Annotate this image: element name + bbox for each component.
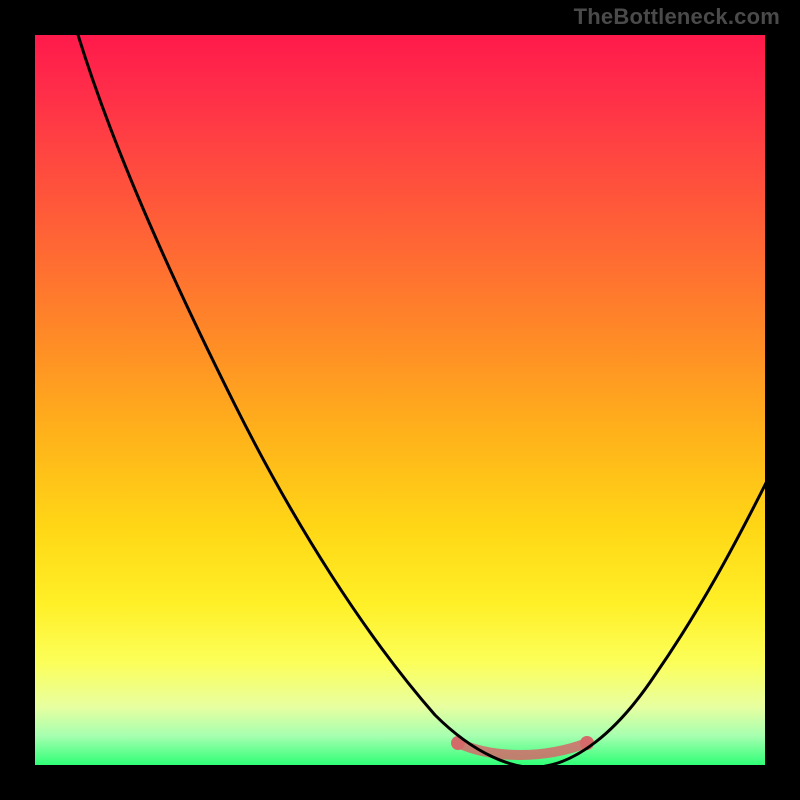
curve-right-limb — [540, 475, 765, 765]
plot-area — [35, 35, 765, 765]
watermark-text: TheBottleneck.com — [574, 4, 780, 30]
chart-svg — [35, 35, 765, 765]
chart-frame: TheBottleneck.com — [0, 0, 800, 800]
curve-left-limb — [75, 35, 540, 765]
